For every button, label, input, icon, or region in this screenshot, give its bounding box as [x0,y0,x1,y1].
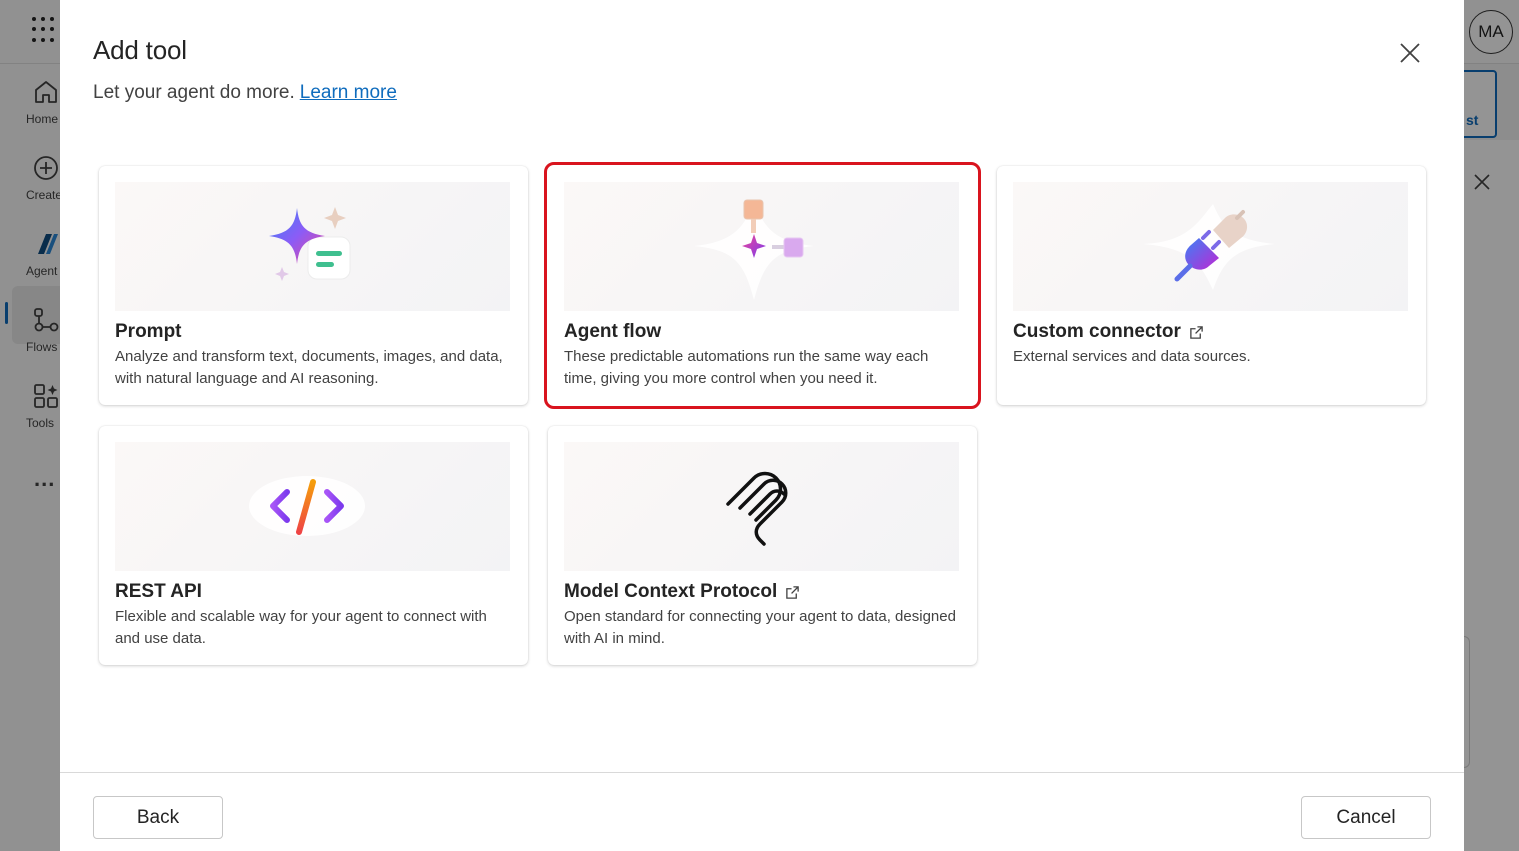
card-title: Model Context Protocol [564,581,800,603]
back-button[interactable]: Back [93,796,223,839]
mcp-logo-icon [726,471,788,546]
card-illustration [115,442,510,571]
tool-card-prompt[interactable]: Prompt Analyze and transform text, docum… [99,166,528,405]
footer-divider [60,772,1464,773]
card-illustration [115,182,510,311]
card-title: REST API [115,581,202,602]
card-illustration [564,442,959,571]
card-description: Flexible and scalable way for your agent… [115,608,487,647]
add-tool-dialog: Add tool Let your agent do more. Learn mo… [60,0,1464,851]
external-link-icon [786,585,800,599]
plug-icon [1143,204,1275,290]
learn-more-link[interactable]: Learn more [300,82,397,103]
card-description: These predictable automations run the sa… [564,348,929,387]
code-icon [249,476,365,536]
card-description: Analyze and transform text, documents, i… [115,348,503,387]
close-icon[interactable] [1397,40,1423,66]
dialog-title: Add tool [93,35,187,65]
dialog-subtitle-text: Let your agent do more. [93,82,295,103]
tool-card-custom-connector[interactable]: Custom connector External services and d… [997,166,1426,405]
card-description: Open standard for connecting your agent … [564,608,956,647]
card-title: Prompt [115,321,182,342]
card-description: External services and data sources. [1013,348,1251,365]
card-illustration [1013,182,1408,311]
dialog-subtitle: Let your agent do more. Learn more [93,82,397,104]
card-title: Custom connector [1013,321,1204,343]
cancel-button[interactable]: Cancel [1301,796,1431,839]
card-title: Agent flow [564,321,662,342]
tool-card-model-context-protocol[interactable]: Model Context Protocol Open standard for… [548,426,977,665]
card-illustration [564,182,959,311]
prompt-sparkle-icon [269,207,351,281]
agent-flow-icon [694,199,814,300]
tool-card-agent-flow[interactable]: Agent flow These predictable automations… [544,162,981,409]
external-link-icon [1190,325,1203,339]
tool-card-rest-api[interactable]: REST API Flexible and scalable way for y… [99,426,528,665]
